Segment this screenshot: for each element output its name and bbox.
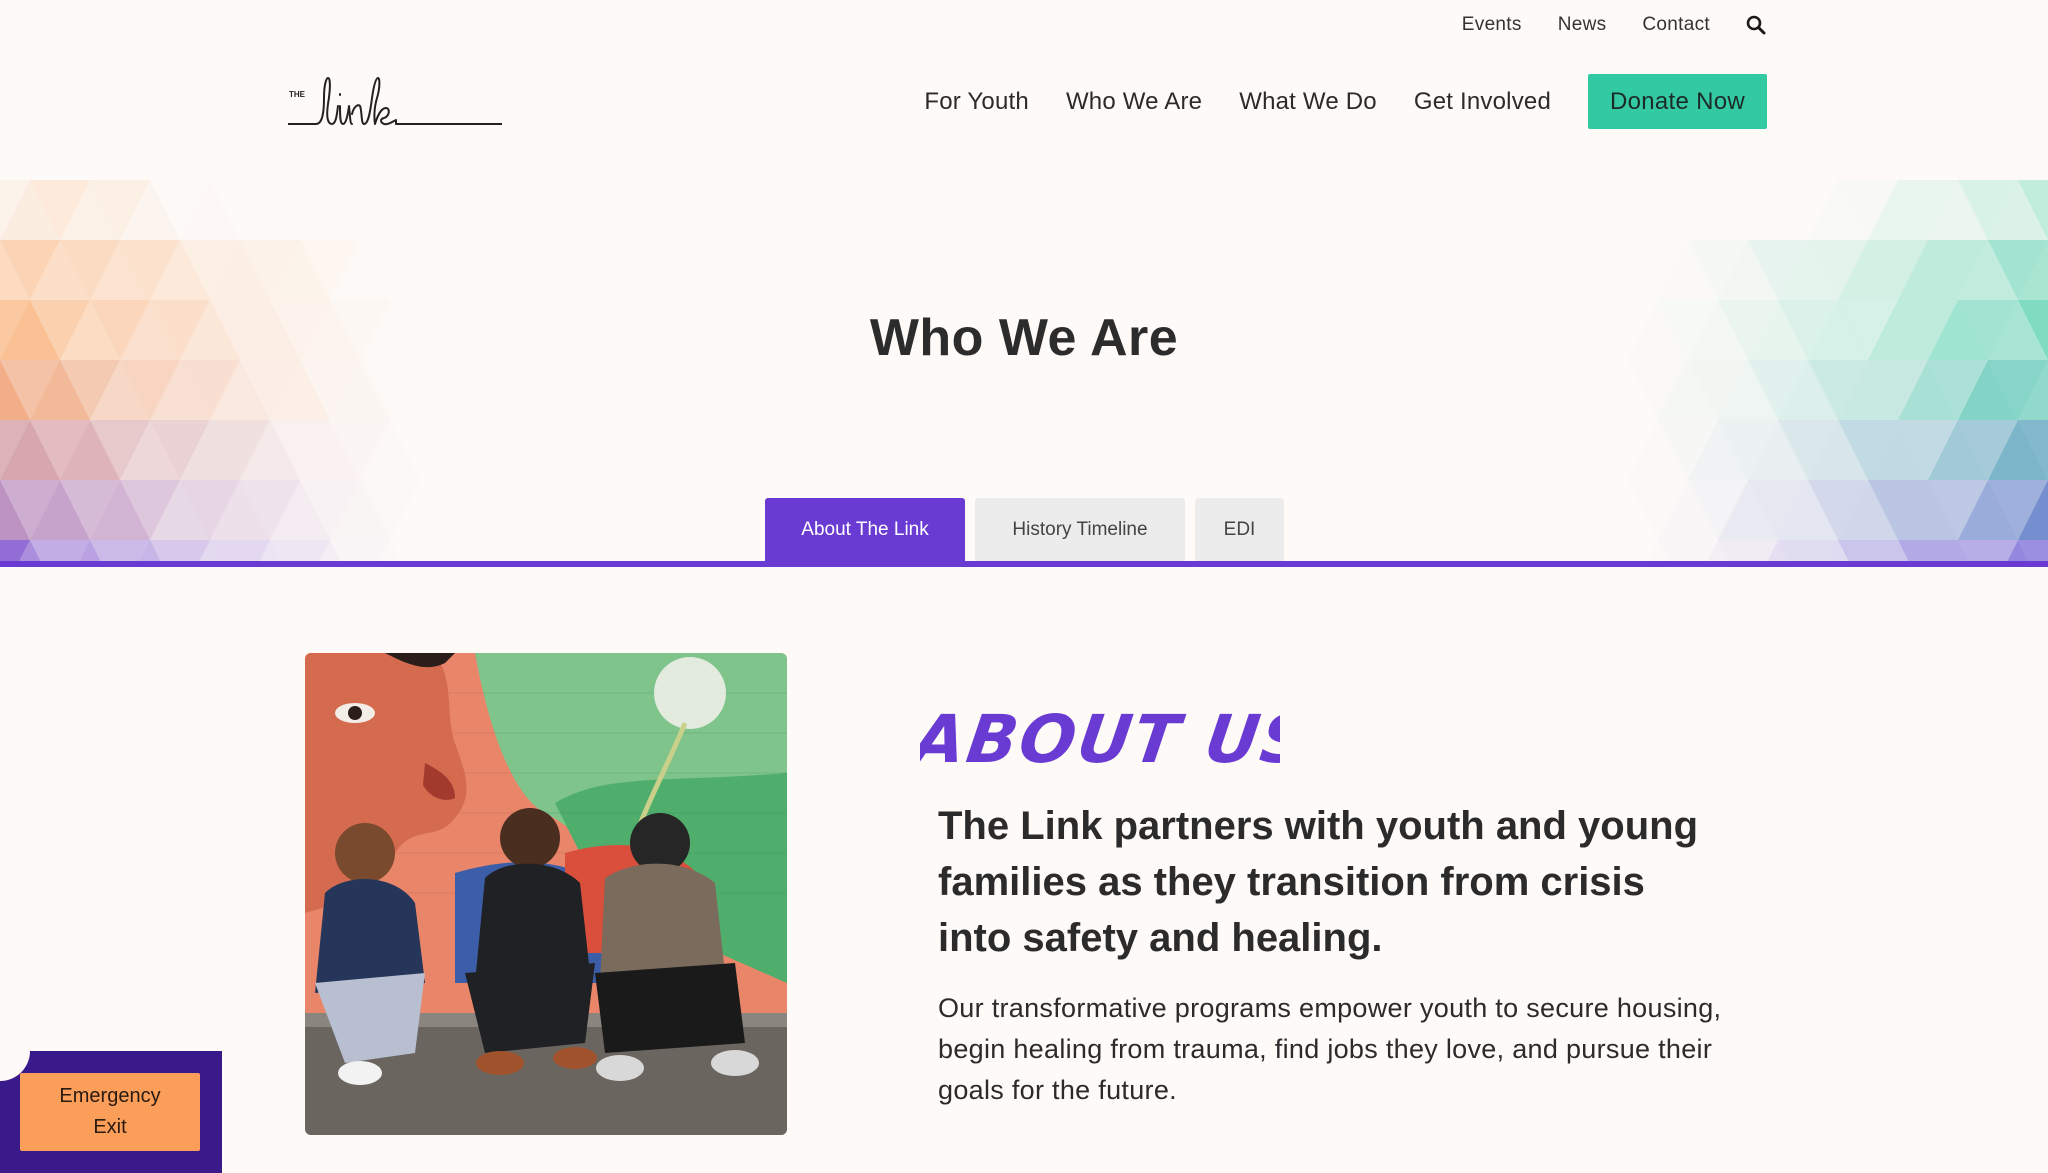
tab-about-the-link[interactable]: About The Link <box>765 498 965 561</box>
main-nav: For Youth Who We Are What We Do Get Invo… <box>924 74 1767 129</box>
page-title: Who We Are <box>869 309 1179 367</box>
emergency-exit-panel: Emergency Exit <box>0 1051 222 1173</box>
donate-button[interactable]: Donate Now <box>1588 74 1767 129</box>
utility-nav-news[interactable]: News <box>1558 14 1607 36</box>
site-logo[interactable]: THE <box>287 74 503 130</box>
about-us-heading: ABOUT US <box>904 700 1316 780</box>
search-icon[interactable] <box>1746 15 1766 35</box>
nav-what-we-do[interactable]: What We Do <box>1239 88 1377 116</box>
hero-pattern-left <box>0 180 390 563</box>
nav-for-youth[interactable]: For Youth <box>924 88 1029 116</box>
hero-pattern-right <box>1658 180 2048 563</box>
youth-mural-photo <box>305 653 787 1135</box>
about-body-text: Our transformative programs empower yout… <box>938 993 1722 1105</box>
tab-underline-bar <box>0 561 2048 567</box>
logo-small-text: THE <box>289 90 306 99</box>
section-tabs: About The Link History Timeline EDI <box>765 498 1284 561</box>
about-lead-text: The Link partners with youth and young f… <box>938 804 1699 960</box>
tab-history-timeline[interactable]: History Timeline <box>975 498 1185 561</box>
nav-get-involved[interactable]: Get Involved <box>1414 88 1551 116</box>
nav-who-we-are[interactable]: Who We Are <box>1066 88 1202 116</box>
svg-text:ABOUT US: ABOUT US <box>920 700 1280 778</box>
emergency-exit-button[interactable]: Emergency Exit <box>20 1073 200 1151</box>
utility-nav: Events News Contact <box>1462 14 1766 36</box>
utility-nav-events[interactable]: Events <box>1462 14 1522 36</box>
tab-edi[interactable]: EDI <box>1195 498 1284 561</box>
utility-nav-contact[interactable]: Contact <box>1642 14 1710 36</box>
